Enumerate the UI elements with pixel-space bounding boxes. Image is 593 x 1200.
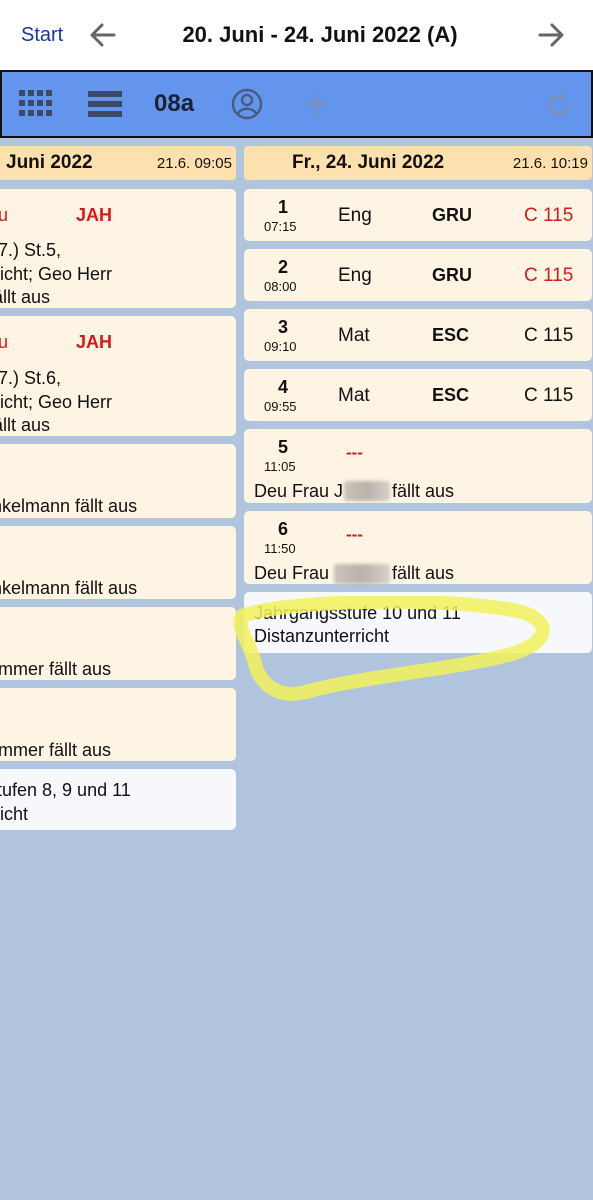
arrow-right-icon[interactable]	[534, 18, 568, 52]
week-title: 20. Juni - 24. Juni 2022 (A)	[182, 22, 458, 47]
period-number: 3	[278, 317, 289, 337]
subject: Mat	[338, 385, 370, 406]
list-item[interactable]: - ommer fällt aus	[0, 607, 236, 680]
notice-card[interactable]: Jahrgangsstufe 10 und 11 Distanzunterric…	[244, 592, 592, 653]
arrow-left-icon[interactable]	[86, 18, 120, 52]
room: C 115	[524, 325, 574, 346]
teacher: GRU	[432, 205, 472, 225]
info-text: ommer fällt aus	[0, 659, 112, 679]
period-time: 11:50	[264, 541, 296, 556]
lesson-row[interactable]: 5 11:05 --- Deu Frau J fällt aus	[244, 429, 592, 503]
lesson-row[interactable]: 6 11:50 --- Deu Frau fällt aus	[244, 511, 592, 584]
room-changed: C 115	[524, 205, 574, 226]
period-number: 6	[278, 519, 289, 539]
grid-icon[interactable]	[19, 90, 53, 118]
blurred-name	[334, 564, 390, 584]
info-text-start: Deu Frau J	[254, 481, 344, 501]
day-header: Juni 2022 21.6. 09:05	[0, 146, 236, 180]
teacher: ESC	[432, 325, 470, 345]
info-text: inkelmann fällt aus	[0, 578, 138, 598]
room-changed: C 115	[524, 265, 574, 286]
day-timestamp: 21.6. 10:19	[512, 155, 588, 172]
subject: Mat	[338, 325, 370, 346]
left-day-column: Juni 2022 21.6. 09:05 eu JAH 07.) St.5, …	[0, 146, 236, 838]
subject: eu	[0, 205, 9, 225]
room: C 115	[524, 385, 574, 406]
day-timestamp: 21.6. 09:05	[156, 155, 232, 172]
period-number: 5	[278, 437, 289, 457]
period-time: 07:15	[264, 219, 297, 234]
notice-line: Jahrgangsstufe 10 und 11	[254, 603, 461, 623]
lesson-row[interactable]: 1 07:15 Eng GRU C 115	[244, 189, 592, 241]
teacher: JAH	[76, 205, 113, 225]
info-text-end: fällt aus	[392, 481, 455, 501]
info-text: fällt aus	[0, 415, 51, 435]
toolbar: 08a	[0, 70, 593, 138]
class-label[interactable]: 08a	[154, 90, 194, 118]
blurred-name	[344, 481, 390, 501]
info-text: inkelmann fällt aus	[0, 496, 138, 516]
list-item[interactable]: eu JAH 07.) St.6, rricht; Geo Herr fällt…	[0, 316, 236, 436]
right-day-column: Fr., 24. Juni 2022 21.6. 10:19 1 07:15 E…	[244, 146, 592, 661]
plus-icon[interactable]	[303, 91, 329, 117]
period-number: 2	[278, 257, 289, 277]
start-link[interactable]: Start	[21, 24, 63, 47]
period-time: 11:05	[264, 459, 296, 474]
teacher: JAH	[76, 332, 113, 352]
info-text: stufen 8, 9 und 11	[0, 780, 131, 800]
day-title: Fr., 24. Juni 2022	[292, 152, 445, 173]
info-text: rricht	[0, 804, 28, 824]
notice-line: Distanzunterricht	[254, 626, 390, 646]
refresh-icon[interactable]	[544, 90, 574, 120]
list-item[interactable]: eu JAH 07.) St.5, rricht; Geo Herr fällt…	[0, 189, 236, 308]
cancel-dash: ---	[346, 525, 363, 544]
day-title: Juni 2022	[6, 152, 93, 173]
list-item[interactable]: - inkelmann fällt aus	[0, 444, 236, 518]
subject: Eng	[338, 265, 372, 286]
period-time: 09:10	[264, 339, 297, 354]
list-icon[interactable]	[88, 91, 122, 119]
lesson-row[interactable]: 2 08:00 Eng GRU C 115	[244, 249, 592, 301]
day-header: Fr., 24. Juni 2022 21.6. 10:19	[244, 146, 592, 180]
cancel-dash: ---	[346, 443, 363, 462]
lesson-row[interactable]: 4 09:55 Mat ESC C 115	[244, 369, 592, 421]
info-text: 07.) St.6,	[0, 368, 62, 388]
info-text-start: Deu Frau	[254, 563, 330, 583]
subject: Eng	[338, 205, 372, 226]
info-text: rricht; Geo Herr	[0, 392, 113, 412]
subject: eu	[0, 332, 9, 352]
lesson-row[interactable]: 3 09:10 Mat ESC C 115	[244, 309, 592, 361]
period-time: 09:55	[264, 399, 297, 414]
teacher: GRU	[432, 265, 472, 285]
info-text: ommer fällt aus	[0, 740, 112, 760]
period-number: 1	[278, 197, 289, 217]
teacher: ESC	[432, 385, 470, 405]
list-item[interactable]: - ommer fällt aus	[0, 688, 236, 761]
top-header: Start 20. Juni - 24. Juni 2022 (A)	[0, 0, 593, 70]
period-time: 08:00	[264, 279, 297, 294]
notice-card[interactable]: stufen 8, 9 und 11 rricht	[0, 769, 236, 830]
info-text-end: fällt aus	[392, 563, 455, 583]
period-number: 4	[278, 377, 289, 397]
list-item[interactable]: - inkelmann fällt aus	[0, 526, 236, 599]
info-text: fällt aus	[0, 287, 51, 307]
info-text: 07.) St.5,	[0, 240, 62, 260]
info-text: rricht; Geo Herr	[0, 264, 113, 284]
user-icon[interactable]	[231, 88, 263, 120]
